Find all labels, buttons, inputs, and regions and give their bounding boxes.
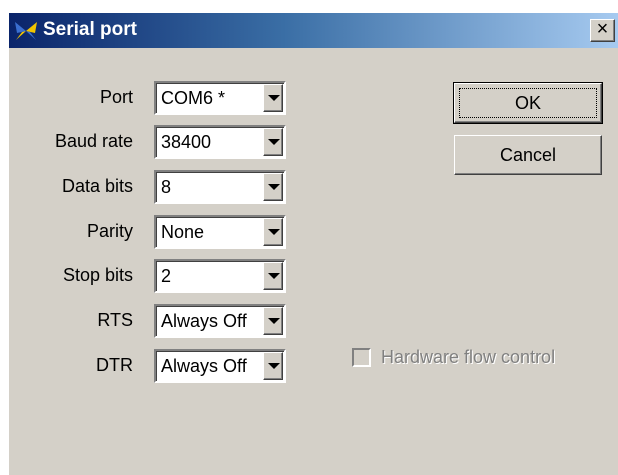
chevron-down-icon[interactable] bbox=[263, 352, 283, 380]
chevron-down-icon[interactable] bbox=[263, 128, 283, 156]
butterfly-logo-icon bbox=[15, 22, 37, 40]
rts-value: Always Off bbox=[161, 311, 247, 331]
dtr-value: Always Off bbox=[161, 356, 247, 376]
chevron-down-icon[interactable] bbox=[263, 307, 283, 335]
port-select[interactable]: COM6 * bbox=[154, 81, 286, 115]
serial-port-dialog: Serial port × Port COM6 * Baud rate 3840… bbox=[8, 12, 618, 475]
data-bits-label: Data bits bbox=[61, 176, 133, 196]
close-icon: × bbox=[596, 18, 609, 40]
chevron-down-icon[interactable] bbox=[263, 173, 283, 201]
dtr-label: DTR bbox=[96, 355, 133, 375]
parity-label: Parity bbox=[86, 221, 133, 241]
ok-button-label: OK bbox=[459, 88, 597, 118]
chevron-down-icon[interactable] bbox=[263, 262, 283, 290]
data-bits-value: 8 bbox=[161, 177, 172, 197]
stop-bits-value: 2 bbox=[161, 266, 172, 286]
stop-bits-select[interactable]: 2 bbox=[154, 259, 286, 293]
cancel-button[interactable]: Cancel bbox=[454, 135, 602, 175]
parity-select[interactable]: None bbox=[154, 215, 286, 249]
chevron-down-icon[interactable] bbox=[263, 218, 283, 246]
rts-label: RTS bbox=[97, 310, 133, 330]
port-label: Port bbox=[99, 87, 133, 107]
rts-select[interactable]: Always Off bbox=[154, 304, 286, 338]
dtr-select[interactable]: Always Off bbox=[154, 349, 286, 383]
window-title: Serial port bbox=[43, 19, 137, 40]
baud-rate-label: Baud rate bbox=[54, 131, 133, 151]
port-value: COM6 * bbox=[161, 88, 226, 108]
parity-value: None bbox=[161, 222, 205, 242]
ok-button[interactable]: OK bbox=[453, 82, 603, 124]
data-bits-select[interactable]: 8 bbox=[154, 170, 286, 204]
baud-rate-select[interactable]: 38400 bbox=[154, 125, 286, 159]
stop-bits-label: Stop bits bbox=[62, 265, 133, 285]
title-bar[interactable]: Serial port × bbox=[9, 13, 618, 48]
baud-rate-value: 38400 bbox=[161, 132, 212, 152]
hardware-flow-control-label: Hardware flow control bbox=[381, 347, 556, 367]
chevron-down-icon[interactable] bbox=[263, 84, 283, 112]
close-button[interactable]: × bbox=[590, 19, 615, 42]
hardware-flow-control-checkbox[interactable] bbox=[352, 348, 371, 367]
